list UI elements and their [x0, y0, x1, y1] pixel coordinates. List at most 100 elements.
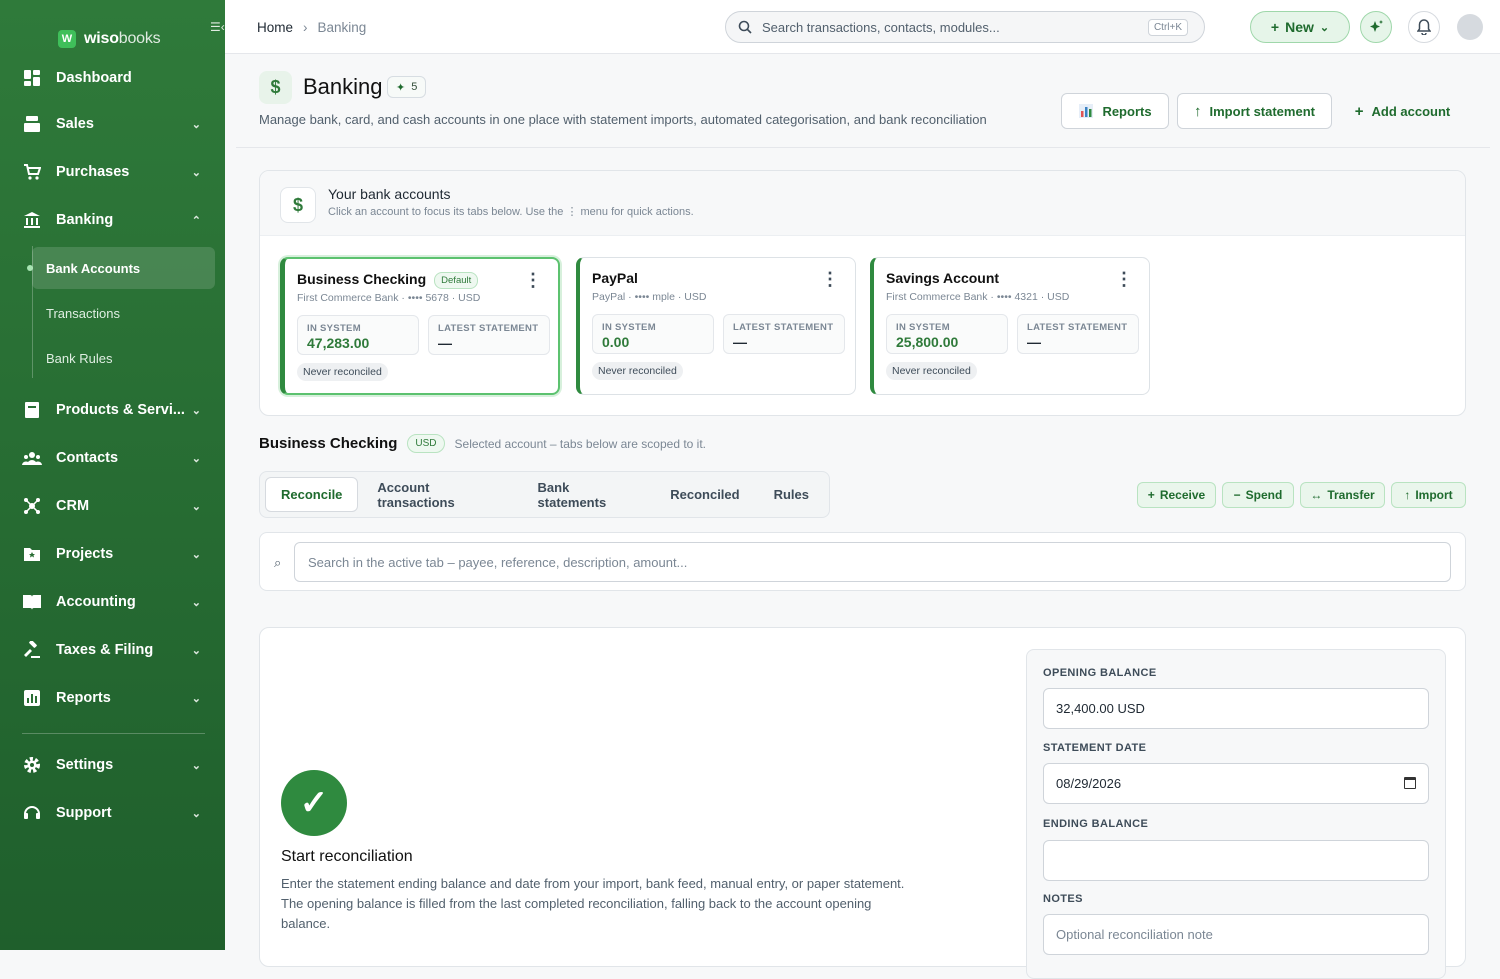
sidebar-item-purchases[interactable]: Purchases ⌄	[0, 155, 225, 189]
book-icon	[22, 592, 42, 612]
tab-reconcile[interactable]: Reconcile	[265, 477, 359, 512]
chart-icon	[22, 688, 42, 708]
sidebar-subitem-transactions[interactable]: Transactions	[32, 292, 215, 334]
reconcile-form: OPENING BALANCE 32,400.00 USD STATEMENT …	[1026, 649, 1446, 979]
account-name: Business Checking	[297, 271, 427, 287]
chevron-down-icon: ⌄	[191, 548, 201, 561]
chevron-down-icon: ⌄	[191, 596, 201, 609]
import-button[interactable]: ↑ Import	[1391, 482, 1466, 508]
search-icon: ⌕	[274, 555, 282, 570]
sidebar-item-taxes[interactable]: Taxes & Filing ⌄	[0, 633, 225, 667]
stat-label: LATEST STATEMENT	[733, 322, 834, 333]
breadcrumb-current: Banking	[317, 20, 367, 35]
chevron-down-icon: ⌄	[191, 807, 201, 820]
tab-account-transactions[interactable]: Account transactions	[362, 477, 518, 512]
receive-button[interactable]: + Receive	[1137, 482, 1216, 508]
global-search-input[interactable]: Search transactions, contacts, modules..…	[725, 11, 1205, 43]
brand[interactable]: W wisobooks	[58, 30, 161, 48]
reconcile-status-badge: Never reconciled	[886, 362, 977, 380]
transfer-icon: ↔	[1310, 488, 1323, 502]
notes-field[interactable]: Optional reconciliation note	[1043, 914, 1429, 955]
bank-accounts-panel: $ Your bank accounts Click an account to…	[259, 170, 1466, 416]
sidebar-item-settings[interactable]: Settings ⌄	[0, 748, 225, 782]
tab-rules[interactable]: Rules	[759, 477, 824, 512]
import-statement-button[interactable]: ↑ Import statement	[1177, 93, 1332, 129]
chevron-down-icon: ⌄	[191, 692, 201, 705]
collapse-sidebar-icon[interactable]: ☰‹	[210, 20, 225, 34]
sparkle-icon	[1370, 20, 1383, 32]
account-name: PayPal	[592, 270, 638, 286]
statement-date-field[interactable]: 08/29/2026	[1043, 763, 1429, 804]
stat-value: 47,283.00	[307, 335, 370, 351]
sidebar-item-contacts[interactable]: Contacts ⌄	[0, 441, 225, 475]
sidebar-item-accounting[interactable]: Accounting ⌄	[0, 585, 225, 619]
notifications-button[interactable]	[1408, 11, 1440, 43]
import-button-label: Import statement	[1209, 103, 1315, 119]
ai-count-badge[interactable]: ✦ 5	[387, 76, 427, 98]
sidebar-item-projects[interactable]: Projects ⌄	[0, 537, 225, 571]
people-icon	[22, 448, 42, 468]
selected-account-name: Business Checking	[259, 435, 398, 452]
breadcrumb-home[interactable]: Home	[257, 20, 293, 35]
kebab-menu-icon[interactable]: ⋮	[1115, 270, 1133, 288]
ending-balance-field[interactable]	[1043, 840, 1429, 881]
minus-icon: −	[1233, 488, 1241, 502]
add-account-button[interactable]: + Add account	[1345, 93, 1460, 129]
folder-star-icon	[22, 544, 42, 564]
account-card-paypal[interactable]: PayPal PayPal · •••• mple · USD ⋮ IN SYS…	[576, 257, 856, 395]
account-card-business-checking[interactable]: Business Checking Default First Commerce …	[280, 257, 560, 395]
sidebar-item-label: Projects	[56, 546, 114, 562]
sidebar-subitem-bank-accounts[interactable]: Bank Accounts	[32, 247, 215, 289]
sidebar-subitem-bank-rules[interactable]: Bank Rules	[32, 337, 215, 379]
sidebar-item-banking[interactable]: Banking ⌃	[0, 203, 225, 237]
new-button-label: New	[1285, 19, 1314, 35]
chevron-down-icon: ⌄	[191, 759, 201, 772]
shortcut-hint: Ctrl+K	[1147, 19, 1188, 36]
sidebar-divider	[22, 733, 205, 734]
dollar-icon: $	[259, 71, 292, 104]
currency-badge: USD	[407, 434, 445, 453]
sidebar-item-crm[interactable]: CRM ⌄	[0, 489, 225, 523]
transfer-button[interactable]: ↔ Transfer	[1300, 482, 1385, 508]
kebab-menu-icon[interactable]: ⋮	[524, 271, 542, 289]
stat-value: —	[733, 334, 747, 350]
dashboard-icon	[22, 68, 42, 88]
ai-assistant-button[interactable]	[1360, 11, 1392, 43]
calendar-icon[interactable]	[1404, 777, 1416, 789]
sidebar-item-label: Taxes & Filing	[56, 642, 154, 658]
sidebar-item-reports[interactable]: Reports ⌄	[0, 681, 225, 715]
account-card-savings[interactable]: Savings Account First Commerce Bank · ••…	[870, 257, 1150, 395]
sidebar-item-products[interactable]: Products & Servi... ⌄	[0, 393, 225, 427]
sidebar-item-label: Settings	[56, 757, 114, 773]
dollar-icon: $	[280, 187, 316, 223]
sidebar-item-dashboard[interactable]: Dashboard	[0, 61, 225, 95]
account-meta: First Commerce Bank · •••• 4321 · USD	[886, 291, 1070, 303]
add-account-label: Add account	[1371, 103, 1451, 119]
accounts-header: $ Your bank accounts Click an account to…	[260, 171, 1465, 236]
register-icon	[22, 114, 42, 134]
stat-label: IN SYSTEM	[307, 323, 361, 334]
selected-account-row: Business Checking USD Selected account –…	[259, 434, 706, 453]
arrow-up-icon: ↑	[1404, 488, 1411, 502]
stat-value: —	[438, 335, 452, 351]
tab-search-input[interactable]: Search in the active tab – payee, refere…	[294, 542, 1451, 582]
latest-statement-stat: LATEST STATEMENT —	[428, 315, 550, 355]
sidebar-item-label: Reports	[56, 690, 111, 706]
kebab-menu-icon[interactable]: ⋮	[821, 270, 839, 288]
brand-name-bold: wiso	[84, 30, 119, 47]
tab-reconciled[interactable]: Reconciled	[655, 477, 754, 512]
new-button[interactable]: + New ⌄	[1250, 11, 1350, 43]
reconcile-title: Start reconciliation	[281, 848, 413, 865]
search-placeholder: Search transactions, contacts, modules..…	[762, 19, 1000, 35]
stat-value: —	[1027, 334, 1041, 350]
opening-balance-field[interactable]: 32,400.00 USD	[1043, 688, 1429, 729]
sidebar-item-sales[interactable]: Sales ⌄	[0, 107, 225, 141]
sparkle-icon: ✦	[396, 81, 406, 94]
sidebar-item-support[interactable]: Support ⌄	[0, 796, 225, 830]
reports-button[interactable]: Reports	[1061, 93, 1169, 129]
sidebar-item-label: Purchases	[56, 164, 130, 180]
avatar[interactable]	[1457, 14, 1483, 40]
spend-button[interactable]: − Spend	[1222, 482, 1294, 508]
sidebar-item-label: Dashboard	[56, 70, 132, 86]
tab-bank-statements[interactable]: Bank statements	[523, 477, 652, 512]
